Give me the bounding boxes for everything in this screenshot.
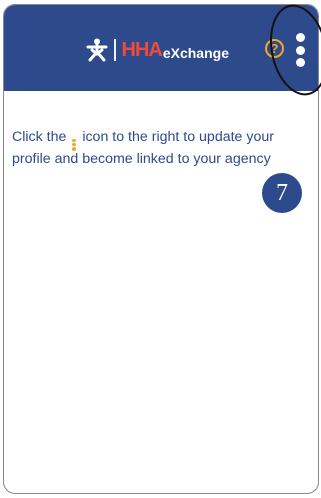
instruction-text: Click the icon to the right to update yo… (12, 129, 312, 168)
phone-screen: HHA eXchange ? Click the icon to the rig… (3, 4, 319, 494)
brand-hha: HHA (121, 39, 163, 61)
brand-exchange: eXchange (162, 44, 229, 61)
person-icon (86, 38, 108, 62)
step-number-badge: 7 (262, 173, 302, 213)
logo-divider (114, 39, 116, 61)
hhaexchange-logo: HHA eXchange (86, 37, 229, 63)
inline-kebab-icon (72, 138, 77, 151)
instruction-text-before: Click the (12, 129, 67, 145)
